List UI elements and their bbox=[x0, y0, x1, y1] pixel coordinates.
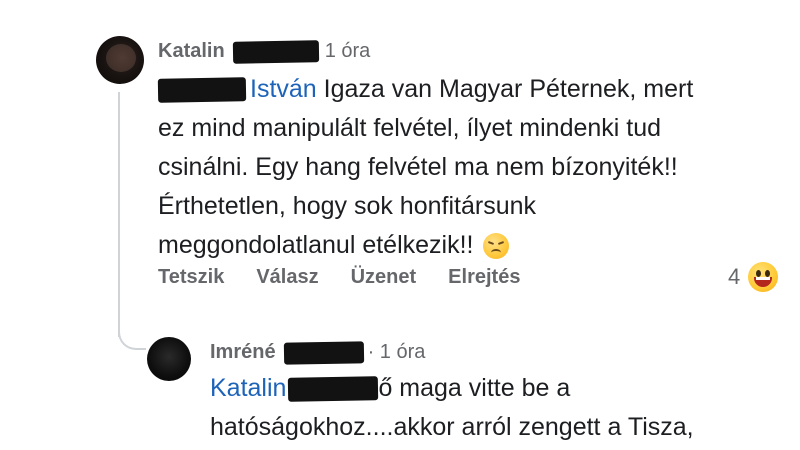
sad-face-emoji-icon bbox=[483, 232, 510, 259]
comment-text-line: ez mind manipulált felvétel, ílyet minde… bbox=[158, 114, 662, 142]
avatar[interactable] bbox=[96, 36, 144, 84]
reply-button[interactable]: Válasz bbox=[256, 266, 318, 289]
comment-body: Katalin ő maga vitte be a hatóságokhoz..… bbox=[210, 369, 694, 447]
comment-header: Katalin 1 óra bbox=[158, 39, 371, 64]
comment-text-line: meggondolatlanul etélkezik!! bbox=[158, 231, 474, 259]
message-button[interactable]: Üzenet bbox=[351, 266, 417, 289]
comment-body: István Igaza van Magyar Péternek, mert e… bbox=[157, 70, 694, 265]
grinning-face-emoji-icon bbox=[748, 262, 779, 292]
comment-text-line: csinálni. Egy hang felvétel ma nem bízon… bbox=[158, 153, 678, 181]
like-button[interactable]: Tetszik bbox=[158, 266, 224, 289]
mention-link[interactable]: István bbox=[250, 70, 317, 109]
redacted-mention bbox=[157, 76, 247, 103]
hide-button[interactable]: Elrejtés bbox=[448, 266, 520, 289]
comment-text-line: hatóságokhoz....akkor arról zengett a Ti… bbox=[210, 413, 694, 441]
comment-text-line: Érthetetlen, hogy sok honfitársunk bbox=[158, 192, 537, 220]
comment-timestamp[interactable]: 1 óra bbox=[325, 40, 371, 63]
comment-author[interactable]: Imréné bbox=[210, 341, 276, 364]
comment-author[interactable]: Katalin bbox=[158, 40, 225, 63]
redacted-name bbox=[232, 39, 319, 64]
comment-text-line: ő maga vitte be a bbox=[378, 374, 571, 402]
reaction-count: 4 bbox=[728, 264, 741, 289]
redacted-name bbox=[283, 340, 364, 365]
comment-header: Imréné · 1 óra bbox=[210, 340, 426, 365]
redacted-mention bbox=[288, 375, 379, 402]
comment-text-line: Igaza van Magyar Péternek, mert bbox=[323, 75, 694, 103]
avatar[interactable] bbox=[147, 337, 191, 381]
reply-connector-elbow bbox=[118, 300, 146, 350]
mention-link[interactable]: Katalin bbox=[210, 369, 286, 408]
comment-timestamp[interactable]: · 1 óra bbox=[368, 341, 426, 364]
reaction-summary[interactable]: 4 bbox=[728, 262, 779, 292]
comment-actions: Tetszik Válasz Üzenet Elrejtés bbox=[158, 266, 552, 289]
